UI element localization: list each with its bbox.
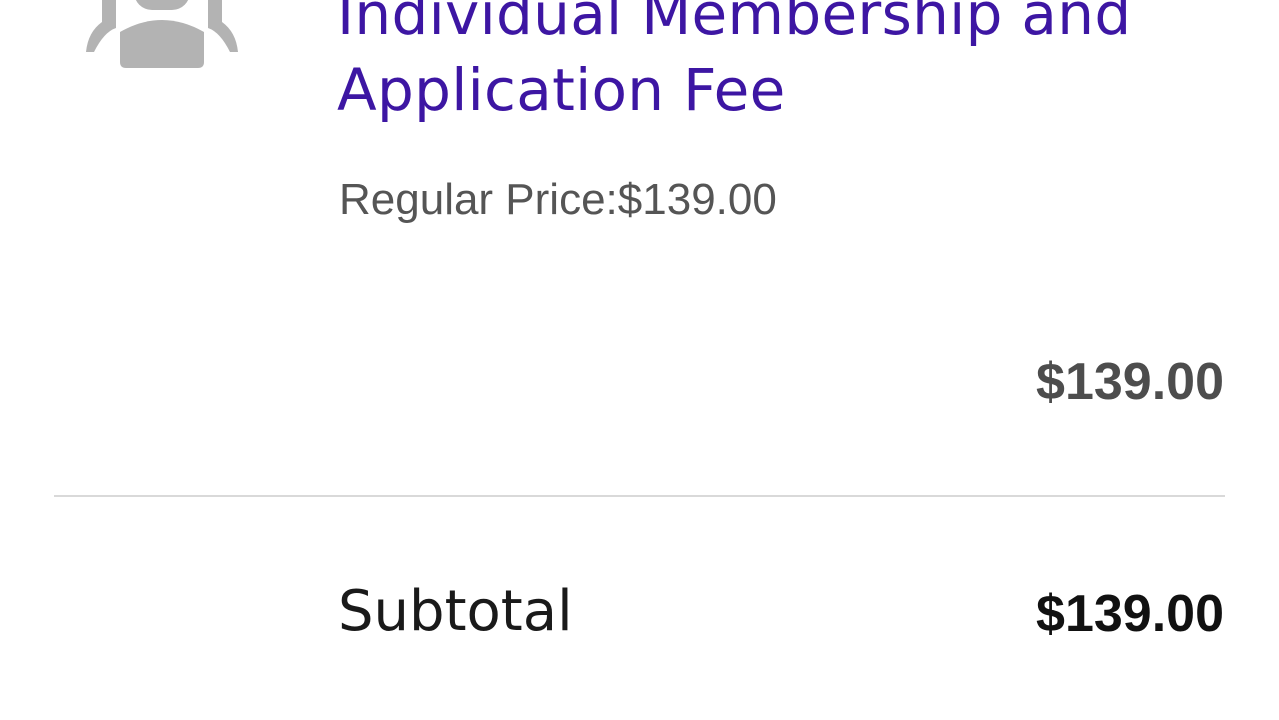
subtotal-label: Subtotal xyxy=(338,579,573,644)
cart-page: Individual Membership and Application Fe… xyxy=(0,0,1279,720)
subtotal-value: $139.00 xyxy=(1036,585,1224,643)
item-title[interactable]: Individual Membership and Application Fe… xyxy=(337,0,1237,128)
divider xyxy=(54,495,1225,497)
user-group-icon xyxy=(82,0,242,70)
regular-price: Regular Price:$139.00 xyxy=(339,175,777,224)
line-total-price: $139.00 xyxy=(1036,353,1224,411)
